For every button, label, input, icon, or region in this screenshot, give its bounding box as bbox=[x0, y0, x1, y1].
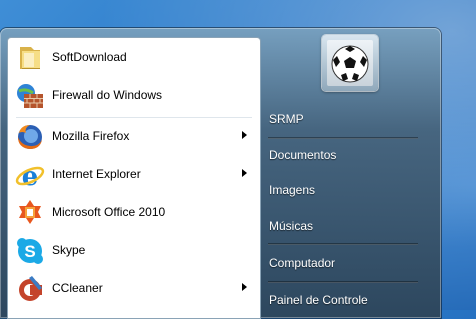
right-item-srmp[interactable]: SRMP bbox=[269, 112, 419, 136]
right-separator bbox=[268, 281, 418, 283]
program-item-ccleaner[interactable]: CCleaner bbox=[8, 271, 260, 307]
program-item-softdownload[interactable]: SoftDownload bbox=[8, 40, 260, 76]
right-item-imagens[interactable]: Imagens bbox=[269, 183, 419, 207]
program-item-internet-explorer[interactable]: e Internet Explorer bbox=[8, 157, 260, 193]
submenu-arrow-icon[interactable] bbox=[242, 283, 247, 291]
program-item-label: Internet Explorer bbox=[52, 167, 141, 181]
user-picture[interactable] bbox=[322, 35, 378, 91]
right-separator bbox=[268, 243, 418, 245]
office-icon bbox=[14, 197, 46, 229]
program-item-label: Microsoft Office 2010 bbox=[52, 205, 166, 219]
firefox-icon bbox=[14, 121, 46, 153]
submenu-arrow-icon[interactable] bbox=[242, 131, 247, 139]
start-menu-programs-pane: SoftDownload Firewall do Windows Mozilla… bbox=[7, 37, 261, 319]
svg-text:S: S bbox=[24, 242, 35, 261]
right-item-painel-de-controle[interactable]: Painel de Controle bbox=[269, 293, 419, 317]
program-item-label: Skype bbox=[52, 243, 86, 257]
submenu-arrow-icon[interactable] bbox=[242, 169, 247, 177]
right-separator bbox=[268, 137, 418, 139]
program-item-skype[interactable]: S Skype bbox=[8, 233, 260, 269]
program-item-label: Mozilla Firefox bbox=[52, 129, 130, 143]
ccleaner-icon bbox=[14, 273, 46, 305]
soccer-ball-icon bbox=[327, 40, 373, 86]
svg-text:e: e bbox=[22, 162, 39, 191]
internet-explorer-icon: e bbox=[14, 159, 46, 192]
program-item-label: SoftDownload bbox=[52, 50, 127, 64]
right-item-computador[interactable]: Computador bbox=[269, 256, 419, 280]
folder-icon bbox=[14, 42, 46, 74]
skype-icon: S bbox=[14, 235, 46, 267]
right-item-musicas[interactable]: Músicas bbox=[269, 219, 419, 243]
program-item-microsoft-office[interactable]: Microsoft Office 2010 bbox=[8, 195, 260, 231]
program-item-firefox[interactable]: Mozilla Firefox bbox=[8, 119, 260, 155]
program-item-label: Firewall do Windows bbox=[52, 88, 163, 102]
firewall-icon bbox=[14, 80, 46, 112]
program-item-firewall[interactable]: Firewall do Windows bbox=[8, 78, 260, 114]
right-item-documentos[interactable]: Documentos bbox=[269, 148, 419, 172]
program-item-label: CCleaner bbox=[52, 281, 103, 295]
